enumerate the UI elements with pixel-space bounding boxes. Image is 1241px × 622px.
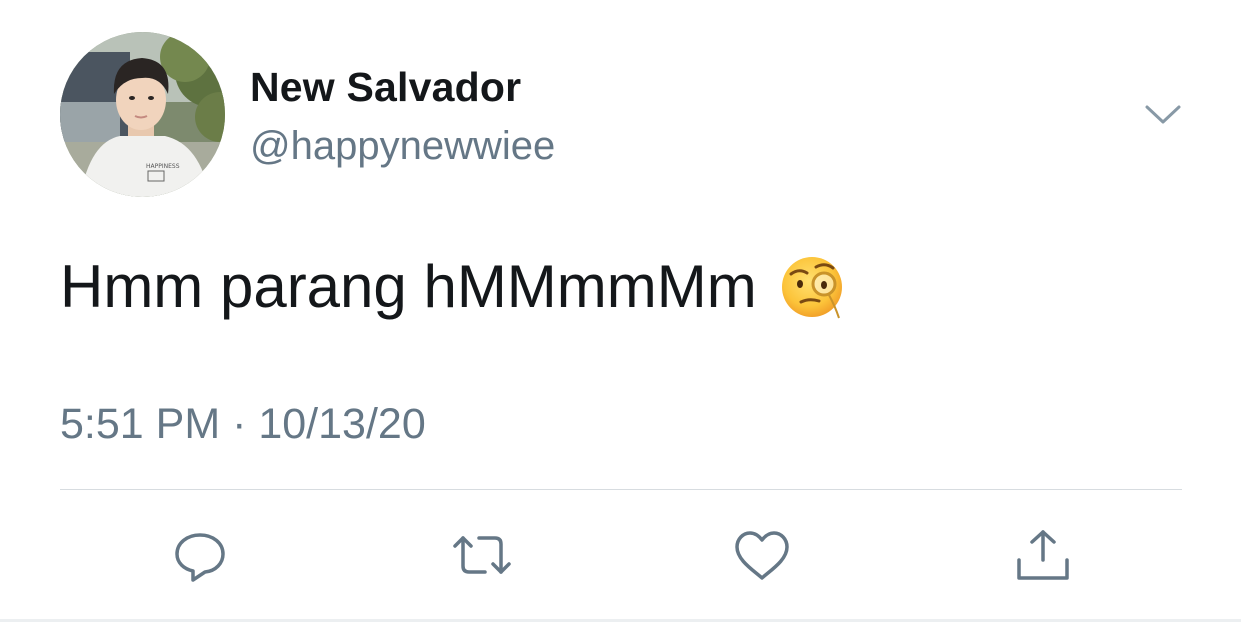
divider	[60, 489, 1182, 490]
tweet-card: HAPPINESS New Salvador @happynewwiee Hmm…	[0, 0, 1241, 622]
heart-icon	[735, 531, 789, 580]
avatar[interactable]: HAPPINESS	[60, 32, 225, 197]
svg-text:HAPPINESS: HAPPINESS	[146, 163, 180, 170]
retweet-button[interactable]	[451, 528, 511, 584]
more-options-button[interactable]	[1143, 100, 1183, 130]
like-button[interactable]	[733, 528, 791, 584]
share-icon	[1017, 530, 1069, 580]
display-name[interactable]: New Salvador	[250, 64, 521, 111]
reply-button[interactable]	[171, 528, 229, 584]
share-button[interactable]	[1014, 528, 1072, 584]
chevron-down-icon	[1145, 105, 1181, 124]
avatar-photo: HAPPINESS	[60, 32, 225, 197]
tweet-timestamp[interactable]: 5:51 PM · 10/13/20	[60, 400, 426, 449]
user-handle[interactable]: @happynewwiee	[250, 124, 555, 169]
tweet-text: Hmm parang hMMmmMm	[60, 252, 845, 321]
retweet-icon	[453, 536, 511, 574]
face-with-monocle-icon	[779, 254, 845, 320]
tweet-text-content: Hmm parang hMMmmMm	[60, 253, 757, 320]
reply-icon	[175, 533, 225, 582]
